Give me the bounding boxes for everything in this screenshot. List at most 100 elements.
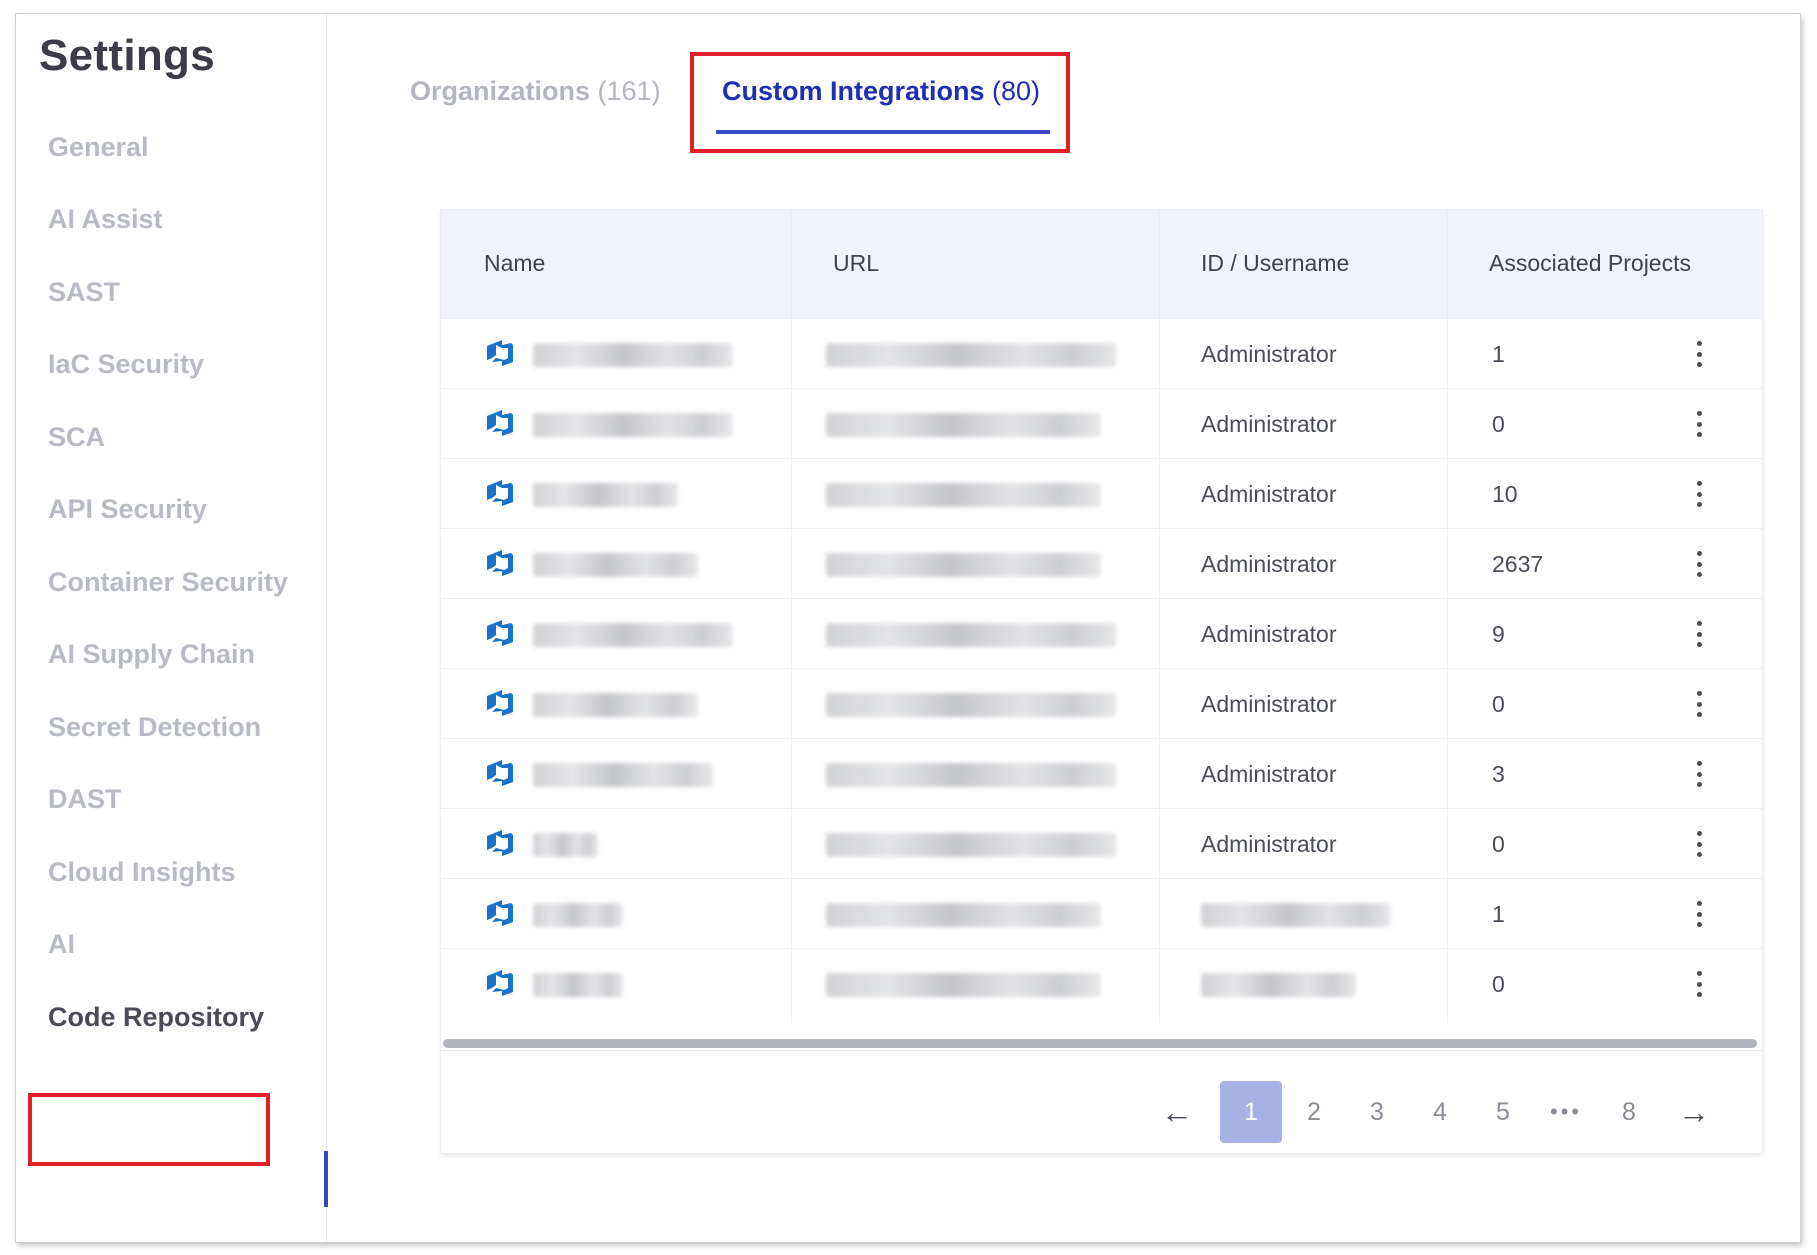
sidebar-item-iac-security[interactable]: IaC Security bbox=[48, 349, 204, 380]
integration-id-username: Administrator bbox=[1201, 341, 1337, 367]
integration-id-username: Administrator bbox=[1201, 761, 1337, 787]
sidebar-item-api-security[interactable]: API Security bbox=[48, 494, 207, 525]
integration-id-username: Administrator bbox=[1201, 551, 1337, 577]
table-row[interactable]: Administrator 2637 bbox=[441, 528, 1762, 599]
kebab-menu-icon[interactable] bbox=[1695, 341, 1703, 367]
integration-url-redacted bbox=[826, 483, 1101, 507]
table-header: Name URL ID / Username Associated Projec… bbox=[441, 210, 1762, 318]
horizontal-scrollbar[interactable] bbox=[443, 1039, 1757, 1048]
kebab-menu-icon[interactable] bbox=[1695, 691, 1703, 717]
integrations-table-card: Name URL ID / Username Associated Projec… bbox=[441, 210, 1762, 1153]
page-button-8[interactable]: 8 bbox=[1598, 1081, 1660, 1143]
kebab-menu-icon[interactable] bbox=[1695, 551, 1703, 577]
sidebar-item-sast[interactable]: SAST bbox=[48, 277, 120, 308]
table-row[interactable]: Administrator 3 bbox=[441, 738, 1762, 809]
integration-name-redacted bbox=[533, 623, 733, 647]
sidebar-item-cloud-insights[interactable]: Cloud Insights bbox=[48, 857, 235, 888]
page-button-5[interactable]: 5 bbox=[1472, 1081, 1534, 1143]
integration-url-redacted bbox=[826, 623, 1116, 647]
page-ellipsis[interactable]: ••• bbox=[1535, 1081, 1597, 1143]
azure-devops-icon bbox=[487, 760, 513, 786]
kebab-menu-icon[interactable] bbox=[1695, 901, 1703, 927]
page-button-4[interactable]: 4 bbox=[1409, 1081, 1471, 1143]
integration-id-redacted bbox=[1201, 903, 1391, 927]
column-header-id-username[interactable]: ID / Username bbox=[1201, 250, 1349, 277]
integration-url-redacted bbox=[826, 903, 1101, 927]
azure-devops-icon bbox=[487, 480, 513, 506]
sidebar-item-dast[interactable]: DAST bbox=[48, 784, 122, 815]
sidebar-item-ai[interactable]: AI bbox=[48, 929, 75, 960]
column-header-url[interactable]: URL bbox=[833, 250, 879, 277]
azure-devops-icon bbox=[487, 900, 513, 926]
integration-name-redacted bbox=[533, 833, 598, 857]
arrow-left-icon[interactable]: ← bbox=[1146, 1081, 1208, 1143]
pagination: ← 1 2 3 4 5 ••• 8 → bbox=[441, 1050, 1762, 1154]
page-button-3[interactable]: 3 bbox=[1346, 1081, 1408, 1143]
associated-projects-count: 1 bbox=[1492, 341, 1505, 367]
table-row[interactable]: Administrator 1 bbox=[441, 318, 1762, 389]
azure-devops-icon bbox=[487, 690, 513, 716]
sidebar-item-general[interactable]: General bbox=[48, 132, 149, 163]
integration-name-redacted bbox=[533, 693, 698, 717]
kebab-menu-icon[interactable] bbox=[1695, 761, 1703, 787]
kebab-menu-icon[interactable] bbox=[1695, 411, 1703, 437]
integration-url-redacted bbox=[826, 343, 1116, 367]
integration-url-redacted bbox=[826, 693, 1116, 717]
column-header-associated-projects[interactable]: Associated Projects bbox=[1489, 250, 1691, 277]
table-row[interactable]: Administrator 0 bbox=[441, 388, 1762, 459]
sidebar-item-sca[interactable]: SCA bbox=[48, 422, 105, 453]
tab-organizations[interactable]: Organizations (161) bbox=[410, 76, 661, 107]
sidebar: Settings General AI Assist SAST IaC Secu… bbox=[16, 14, 327, 1242]
integration-url-redacted bbox=[826, 833, 1116, 857]
sidebar-item-container-security[interactable]: Container Security bbox=[48, 567, 288, 598]
associated-projects-count: 2637 bbox=[1492, 551, 1544, 577]
page-button-2[interactable]: 2 bbox=[1283, 1081, 1345, 1143]
table-row[interactable]: 1 bbox=[441, 878, 1762, 949]
sidebar-item-ai-assist[interactable]: AI Assist bbox=[48, 204, 163, 235]
table-row[interactable]: Administrator 10 bbox=[441, 458, 1762, 529]
integration-id-username: Administrator bbox=[1201, 691, 1337, 717]
associated-projects-count: 0 bbox=[1492, 411, 1505, 437]
integration-id-username: Administrator bbox=[1201, 481, 1337, 507]
arrow-right-icon[interactable]: → bbox=[1663, 1081, 1725, 1143]
integration-id-username: Administrator bbox=[1201, 831, 1337, 857]
integration-id-redacted bbox=[1201, 973, 1356, 997]
sidebar-item-code-repository[interactable]: Code Repository bbox=[48, 1002, 264, 1033]
azure-devops-icon bbox=[487, 620, 513, 646]
integration-name-redacted bbox=[533, 553, 698, 577]
table-row[interactable]: Administrator 0 bbox=[441, 668, 1762, 739]
azure-devops-icon bbox=[487, 410, 513, 436]
highlight-annotation-code-repository bbox=[28, 1093, 270, 1166]
page-button-1[interactable]: 1 bbox=[1220, 1081, 1282, 1143]
kebab-menu-icon[interactable] bbox=[1695, 831, 1703, 857]
sidebar-item-secret-detection[interactable]: Secret Detection bbox=[48, 712, 261, 743]
highlight-annotation-custom-integrations bbox=[690, 52, 1070, 153]
integration-name-redacted bbox=[533, 483, 678, 507]
integration-name-redacted bbox=[533, 413, 733, 437]
associated-projects-count: 0 bbox=[1492, 691, 1505, 717]
integration-name-redacted bbox=[533, 903, 623, 927]
page-title: Settings bbox=[39, 31, 215, 80]
associated-projects-count: 10 bbox=[1492, 481, 1518, 507]
table-row[interactable]: Administrator 0 bbox=[441, 808, 1762, 879]
integration-name-redacted bbox=[533, 763, 713, 787]
table-row[interactable]: Administrator 9 bbox=[441, 598, 1762, 669]
kebab-menu-icon[interactable] bbox=[1695, 621, 1703, 647]
kebab-menu-icon[interactable] bbox=[1695, 971, 1703, 997]
integration-id-username: Administrator bbox=[1201, 411, 1337, 437]
column-header-name[interactable]: Name bbox=[484, 250, 545, 277]
sidebar-active-indicator bbox=[324, 1151, 328, 1207]
integration-url-redacted bbox=[826, 553, 1101, 577]
associated-projects-count: 1 bbox=[1492, 901, 1505, 927]
integration-id-username: Administrator bbox=[1201, 621, 1337, 647]
integration-url-redacted bbox=[826, 413, 1101, 437]
associated-projects-count: 9 bbox=[1492, 621, 1505, 647]
settings-window: Settings General AI Assist SAST IaC Secu… bbox=[16, 14, 1800, 1242]
table-row[interactable]: 0 bbox=[441, 948, 1762, 1019]
kebab-menu-icon[interactable] bbox=[1695, 481, 1703, 507]
integration-url-redacted bbox=[826, 973, 1101, 997]
integration-name-redacted bbox=[533, 973, 623, 997]
integration-url-redacted bbox=[826, 763, 1116, 787]
sidebar-item-ai-supply-chain[interactable]: AI Supply Chain bbox=[48, 639, 255, 670]
integration-name-redacted bbox=[533, 343, 733, 367]
